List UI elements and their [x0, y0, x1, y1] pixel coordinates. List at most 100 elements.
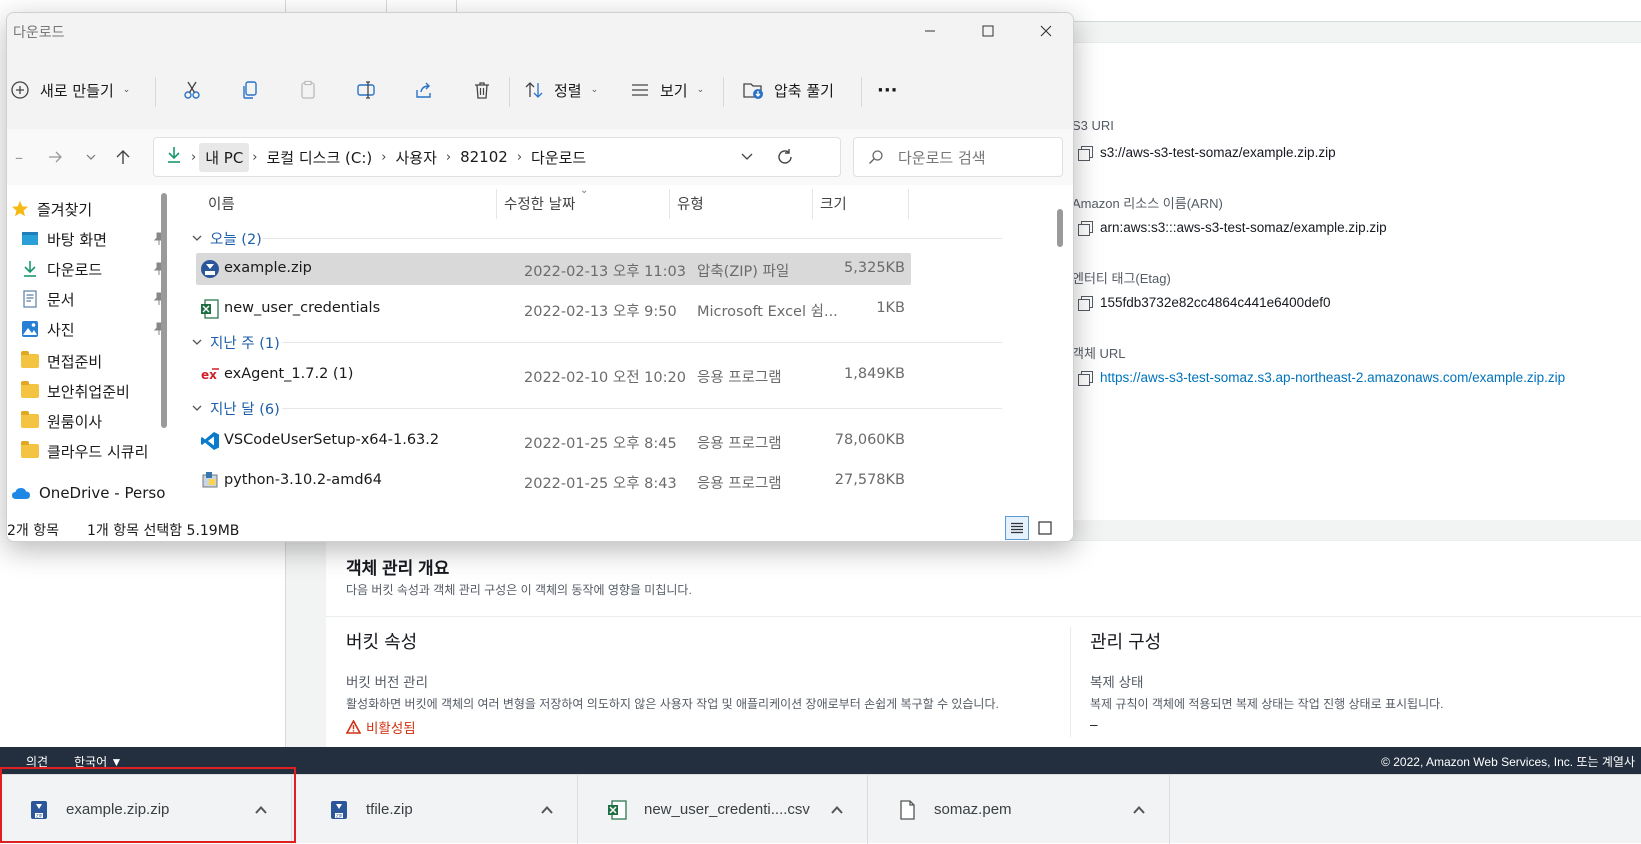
- column-header-size[interactable]: 크기: [820, 193, 847, 214]
- new-button[interactable]: 새로 만들기 ⌄: [9, 69, 130, 111]
- object-management-overview: 객체 관리 개요 다음 버킷 속성과 객체 관리 구성은 이 객체의 동작에 영…: [326, 540, 1641, 747]
- sidebar-item-onedrive[interactable]: OneDrive - Perso: [11, 479, 171, 507]
- feedback-link[interactable]: 의견: [26, 753, 48, 770]
- selection-info: 1개 항목 선택함 5.19MB: [87, 523, 240, 539]
- aws-footer: 의견 한국어 ▼ © 2022, Amazon Web Services, In…: [0, 747, 1641, 774]
- breadcrumb-users[interactable]: 사용자: [389, 147, 442, 168]
- extract-folder-icon: [743, 79, 765, 101]
- chevron-down-icon[interactable]: [740, 150, 754, 168]
- replication-label: 복제 상태: [1090, 675, 1144, 690]
- copy-icon[interactable]: [1078, 145, 1093, 161]
- details-view-button[interactable]: [1005, 516, 1029, 540]
- status-bar: 2개 항목 1개 항목 선택함 5.19MB: [7, 513, 1073, 541]
- file-row[interactable]: example.zip 2022-02-13 오후 11:03 압축(ZIP) …: [196, 253, 911, 285]
- more-options-button[interactable]: ···: [877, 69, 898, 111]
- cut-button[interactable]: [181, 69, 203, 111]
- column-header-date[interactable]: 수정한 날짜: [504, 193, 575, 214]
- download-filename: somaz.pem: [934, 801, 1012, 818]
- back-button[interactable]: –: [7, 145, 31, 169]
- s3-uri-value[interactable]: s3://aws-s3-test-somaz/example.zip.zip: [1078, 145, 1336, 161]
- sort-button[interactable]: 정렬 ⌄: [523, 69, 598, 111]
- bucket-properties-title: 버킷 속성: [346, 632, 418, 652]
- chevron-down-icon: [192, 405, 202, 411]
- up-button[interactable]: [111, 145, 135, 169]
- sidebar-item-folder[interactable]: 클라우드 시큐리: [21, 437, 175, 465]
- mgmt-title: 객체 관리 개요: [346, 559, 450, 578]
- sidebar-item-folder[interactable]: 면접준비: [21, 347, 175, 375]
- file-row[interactable]: new_user_credentials 2022-02-13 오후 9:50 …: [196, 293, 911, 325]
- search-input[interactable]: 다운로드 검색: [853, 137, 1063, 177]
- s3-uri-label: S3 URI: [1072, 118, 1114, 133]
- sidebar-scrollbar[interactable]: [161, 193, 167, 428]
- chevron-up-icon[interactable]: [1131, 802, 1147, 818]
- close-icon: [1040, 25, 1052, 37]
- language-selector[interactable]: 한국어 ▼: [74, 753, 122, 770]
- breadcrumb-downloads[interactable]: 다운로드: [525, 147, 592, 168]
- zip-icon: ZIP: [31, 800, 47, 819]
- group-header-last-month[interactable]: 지난 달 (6): [192, 397, 280, 419]
- file-row[interactable]: ex exAgent_1.7.2 (1) 2022-02-10 오전 10:20…: [196, 359, 911, 391]
- chevron-right-icon: ›: [252, 149, 258, 165]
- download-arrow-icon: [154, 146, 188, 168]
- sort-icon: [523, 79, 545, 101]
- arn-value[interactable]: arn:aws:s3:::aws-s3-test-somaz/example.z…: [1078, 220, 1387, 236]
- object-url-link[interactable]: https://aws-s3-test-somaz.s3.ap-northeas…: [1078, 370, 1565, 386]
- column-header-type[interactable]: 유형: [677, 193, 704, 214]
- copy-icon[interactable]: [1078, 220, 1093, 236]
- breadcrumb-local-disk[interactable]: 로컬 디스크 (C:): [261, 147, 379, 168]
- maximize-button[interactable]: [959, 13, 1017, 49]
- copy-button[interactable]: [239, 69, 261, 111]
- paste-button[interactable]: [297, 69, 319, 111]
- chevron-right-icon: ›: [516, 149, 523, 165]
- recent-locations-button[interactable]: [79, 145, 103, 169]
- sidebar-item-downloads[interactable]: 다운로드: [21, 255, 175, 283]
- group-header-last-week[interactable]: 지난 주 (1): [192, 331, 280, 353]
- extract-all-button[interactable]: 압축 풀기: [743, 69, 834, 111]
- file-row[interactable]: python-3.10.2-amd64 2022-01-25 오후 8:43 응…: [196, 465, 911, 497]
- address-bar[interactable]: › 내 PC › 로컬 디스크 (C:) › 사용자 › 82102 › 다운로…: [153, 137, 841, 177]
- minimize-button[interactable]: [901, 13, 959, 49]
- versioning-status: 비활성됨: [346, 717, 416, 737]
- delete-button[interactable]: [471, 69, 493, 111]
- copyright-text: © 2022, Amazon Web Services, Inc. 또는 계열사: [1381, 755, 1635, 769]
- breadcrumb-user-folder[interactable]: 82102: [454, 148, 514, 166]
- copy-icon[interactable]: [1078, 295, 1093, 311]
- chevron-up-icon[interactable]: [253, 802, 269, 818]
- file-list-scrollbar[interactable]: [1057, 209, 1063, 247]
- copy-icon: [239, 79, 261, 101]
- warning-icon: [346, 720, 361, 734]
- column-header-name[interactable]: 이름: [208, 193, 235, 214]
- download-item[interactable]: new_user_credenti....csv: [578, 775, 868, 844]
- rename-button[interactable]: [355, 69, 377, 111]
- minimize-icon: [925, 30, 935, 32]
- sidebar-item-folder[interactable]: 보안취업준비: [21, 377, 175, 405]
- item-count: 2개 항목: [7, 523, 59, 539]
- scissors-icon: [181, 79, 203, 101]
- sidebar-item-pictures[interactable]: 사진: [21, 315, 175, 343]
- copy-icon[interactable]: [1078, 370, 1093, 386]
- download-filename: new_user_credenti....csv: [644, 801, 810, 818]
- forward-button[interactable]: [43, 145, 67, 169]
- arrow-right-icon: [49, 151, 62, 163]
- close-button[interactable]: [1017, 13, 1073, 49]
- chevron-up-icon[interactable]: [829, 802, 845, 818]
- chevron-up-icon[interactable]: [539, 802, 555, 818]
- sidebar-item-folder[interactable]: 원룸이사: [21, 407, 175, 435]
- view-button[interactable]: 보기 ⌄: [629, 69, 704, 111]
- file-row[interactable]: VSCodeUserSetup-x64-1.63.2 2022-01-25 오후…: [196, 425, 911, 457]
- refresh-icon[interactable]: [776, 148, 794, 170]
- sidebar-item-desktop[interactable]: 바탕 화면: [21, 225, 175, 253]
- chevron-down-icon: ⌄: [590, 85, 599, 95]
- download-item[interactable]: ZIP tfile.zip: [300, 775, 578, 844]
- breadcrumb-my-pc[interactable]: 내 PC: [199, 142, 250, 172]
- download-item[interactable]: ZIP example.zip.zip: [0, 775, 292, 844]
- share-button[interactable]: [413, 69, 435, 111]
- group-header-today[interactable]: 오늘 (2): [192, 227, 262, 249]
- etag-value[interactable]: 155fdb3732e82cc4864c441e6400def0: [1078, 295, 1330, 311]
- sidebar-item-favorites[interactable]: 즐겨찾기: [11, 195, 171, 223]
- thumbnail-view-button[interactable]: [1033, 516, 1057, 540]
- sidebar-item-documents[interactable]: 문서: [21, 285, 175, 313]
- address-row: – › 내 PC › 로컬 디스크 (C:) › 사용자 › 82102 › 다…: [7, 129, 1073, 185]
- download-item[interactable]: somaz.pem: [868, 775, 1170, 844]
- search-icon: [869, 150, 883, 164]
